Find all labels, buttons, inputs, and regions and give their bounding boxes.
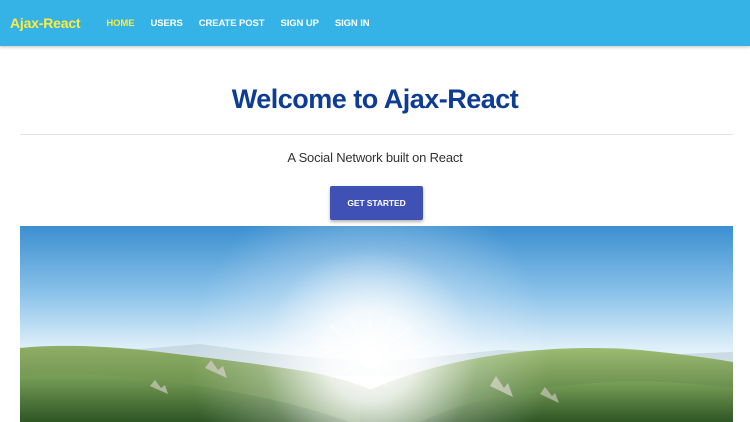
get-started-button[interactable]: GET STARTED [330, 186, 423, 220]
nav-item-home[interactable]: HOME [106, 18, 134, 29]
page-subtitle: A Social Network built on React [287, 150, 463, 165]
main-nav: HOME USERS CREATE POST SIGN UP SIGN IN [98, 18, 377, 29]
title-divider [20, 134, 733, 135]
nav-item-users[interactable]: USERS [150, 18, 182, 29]
landscape-sunrise-illustration [20, 226, 733, 422]
hero-image [20, 226, 733, 422]
nav-item-create-post[interactable]: CREATE POST [199, 18, 265, 29]
page-title: Welcome to Ajax-React [231, 84, 519, 114]
top-app-bar: Ajax-React HOME USERS CREATE POST SIGN U… [0, 0, 750, 46]
brand-logo[interactable]: Ajax-React [10, 15, 81, 31]
nav-item-sign-in[interactable]: SIGN IN [335, 18, 370, 29]
nav-item-sign-up[interactable]: SIGN UP [280, 18, 318, 29]
